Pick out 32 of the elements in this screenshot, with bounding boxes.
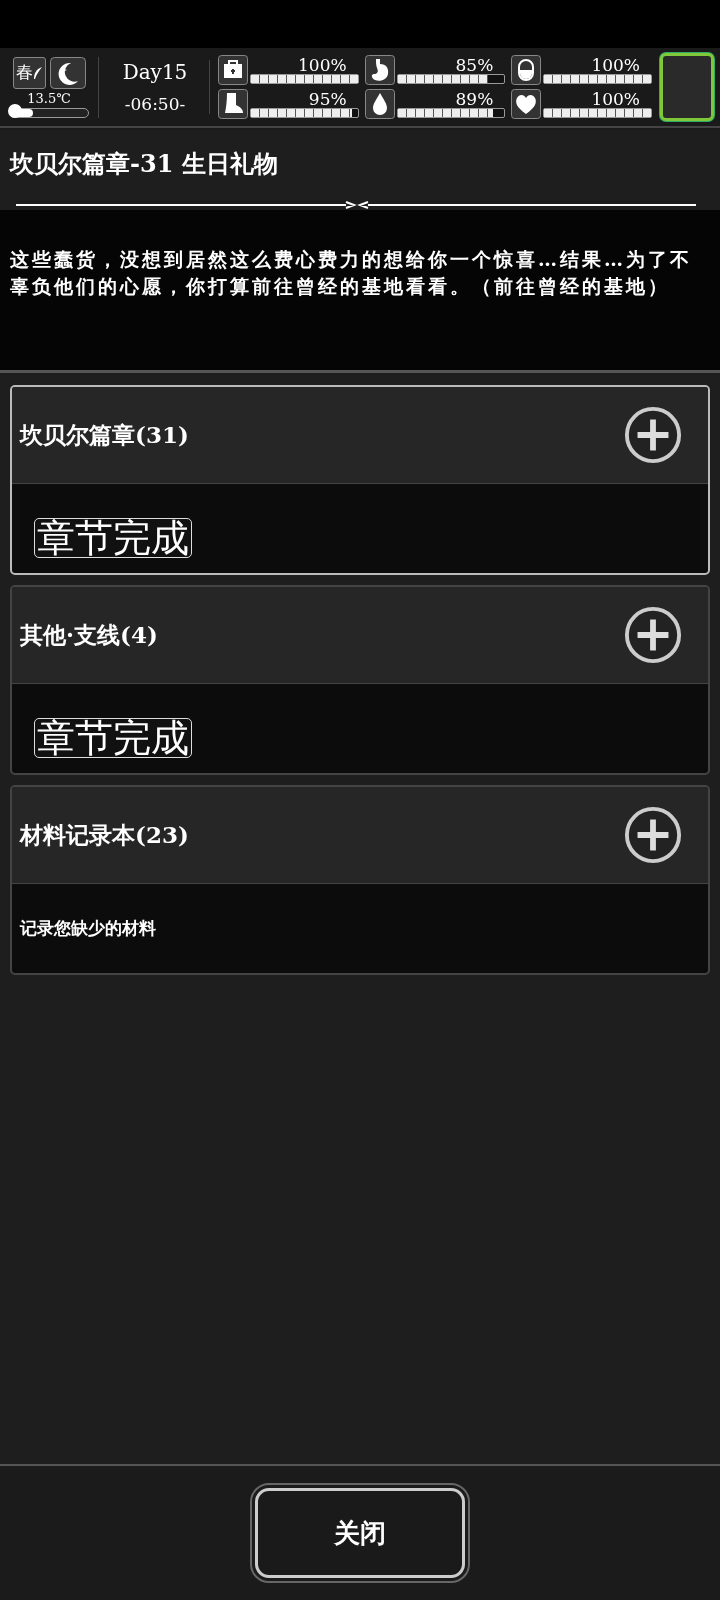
quest-title: 坎贝尔篇章-31 生日礼物 (8, 148, 279, 180)
stat-reading: 100% (591, 56, 641, 74)
quest-description: 这些蠢货，没想到居然这么费心费力的想给你一个惊喜…结果…为了不辜负他们的心愿，你打算前往曾经的基地看看。（前往曾经的基地） (10, 247, 693, 299)
season-label: 春 (12, 56, 46, 89)
boot-icon (218, 89, 248, 119)
expand-plus-icon[interactable] (624, 406, 682, 464)
section-title: 其他·支线(4) (20, 619, 158, 650)
pill-icon (511, 55, 542, 85)
medkit-icon (218, 55, 248, 85)
stat-reading: 100% (591, 90, 641, 108)
section-note: 记录您缺少的材料 (20, 917, 156, 940)
stat-reading: 95% (308, 90, 348, 108)
expand-plus-icon[interactable] (624, 806, 682, 864)
stat-reading: 89% (455, 90, 495, 108)
stat-reading: 100% (298, 56, 348, 74)
time-label: -06:50- (124, 94, 186, 114)
section-card[interactable]: 材料记录本(23) 记录您缺少的材料 (10, 785, 710, 975)
day-label: Day15 (122, 60, 188, 84)
chapter-complete-stamp: 章节完成 (34, 717, 192, 758)
expand-plus-icon[interactable] (624, 606, 682, 664)
stat-reading: 85% (455, 56, 495, 74)
drop-icon (364, 89, 395, 119)
section-card[interactable]: 其他·支线(4) 章节完成 (10, 585, 710, 775)
stomach-icon (364, 55, 395, 85)
item-slot[interactable] (660, 53, 714, 121)
temperature-label: 13.5℃ (27, 90, 71, 106)
chapter-complete-stamp: 章节完成 (34, 517, 192, 558)
feather-icon (32, 65, 43, 80)
section-card[interactable]: 坎贝尔篇章(31) 章节完成 (10, 385, 710, 575)
section-title: 材料记录本(23) (20, 819, 189, 850)
section-title: 坎贝尔篇章(31) (20, 419, 189, 450)
moon-icon (49, 56, 86, 89)
